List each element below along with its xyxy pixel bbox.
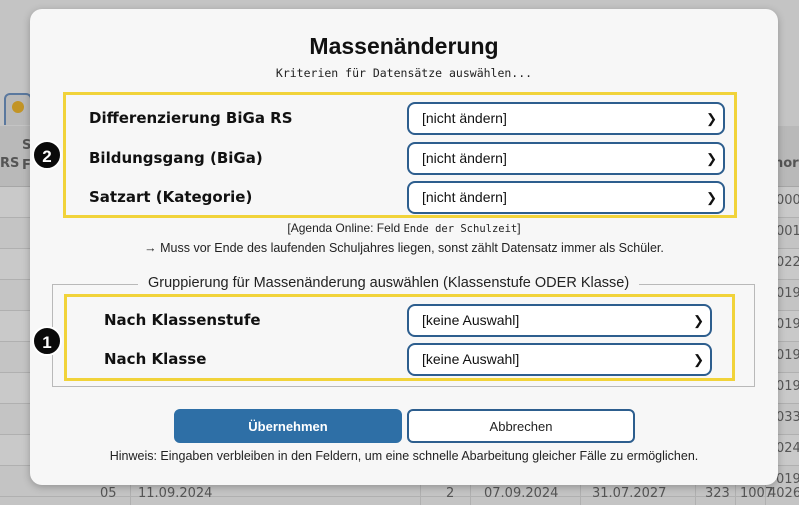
chevron-down-icon: ❯	[693, 352, 704, 367]
chevron-down-icon: ❯	[706, 111, 717, 126]
chevron-down-icon: ❯	[693, 313, 704, 328]
dialog-subtitle: Kriterien für Datensätze auswählen...	[275, 66, 533, 80]
chevron-down-icon: ❯	[706, 151, 717, 166]
cancel-button[interactable]: Abbrechen	[407, 409, 635, 443]
mass-edit-dialog: Massenänderung Kriterien für Datensätze …	[30, 9, 778, 485]
bildungsgang-select[interactable]: [nicht ändern] ❯	[407, 142, 725, 175]
chevron-down-icon: ❯	[706, 190, 717, 205]
schuljahr-note: → Muss vor Ende des laufenden Schuljahre…	[144, 241, 664, 255]
klassenstufe-select[interactable]: [keine Auswahl] ❯	[407, 304, 712, 337]
agenda-note: [Agenda Online: Feld Ende der Schulzeit]	[287, 221, 521, 235]
step-badge-2: 2	[32, 140, 62, 170]
hint-text: Hinweis: Eingaben verbleiben in den Feld…	[109, 449, 699, 463]
satzart-select[interactable]: [nicht ändern] ❯	[407, 181, 725, 214]
field-label: Differenzierung BiGa RS	[89, 109, 293, 127]
field-label: Nach Klassenstufe	[104, 311, 261, 329]
differenzierung-select[interactable]: [nicht ändern] ❯	[407, 102, 725, 135]
klasse-select[interactable]: [keine Auswahl] ❯	[407, 343, 712, 376]
dialog-title: Massenänderung	[309, 33, 499, 59]
field-label: Nach Klasse	[104, 350, 207, 368]
grouping-legend: Gruppierung für Massenänderung auswählen…	[138, 275, 640, 291]
field-label: Bildungsgang (BiGa)	[89, 149, 263, 167]
field-label: Satzart (Kategorie)	[89, 188, 253, 206]
apply-button[interactable]: Übernehmen	[174, 409, 402, 443]
step-badge-1: 1	[32, 326, 62, 356]
